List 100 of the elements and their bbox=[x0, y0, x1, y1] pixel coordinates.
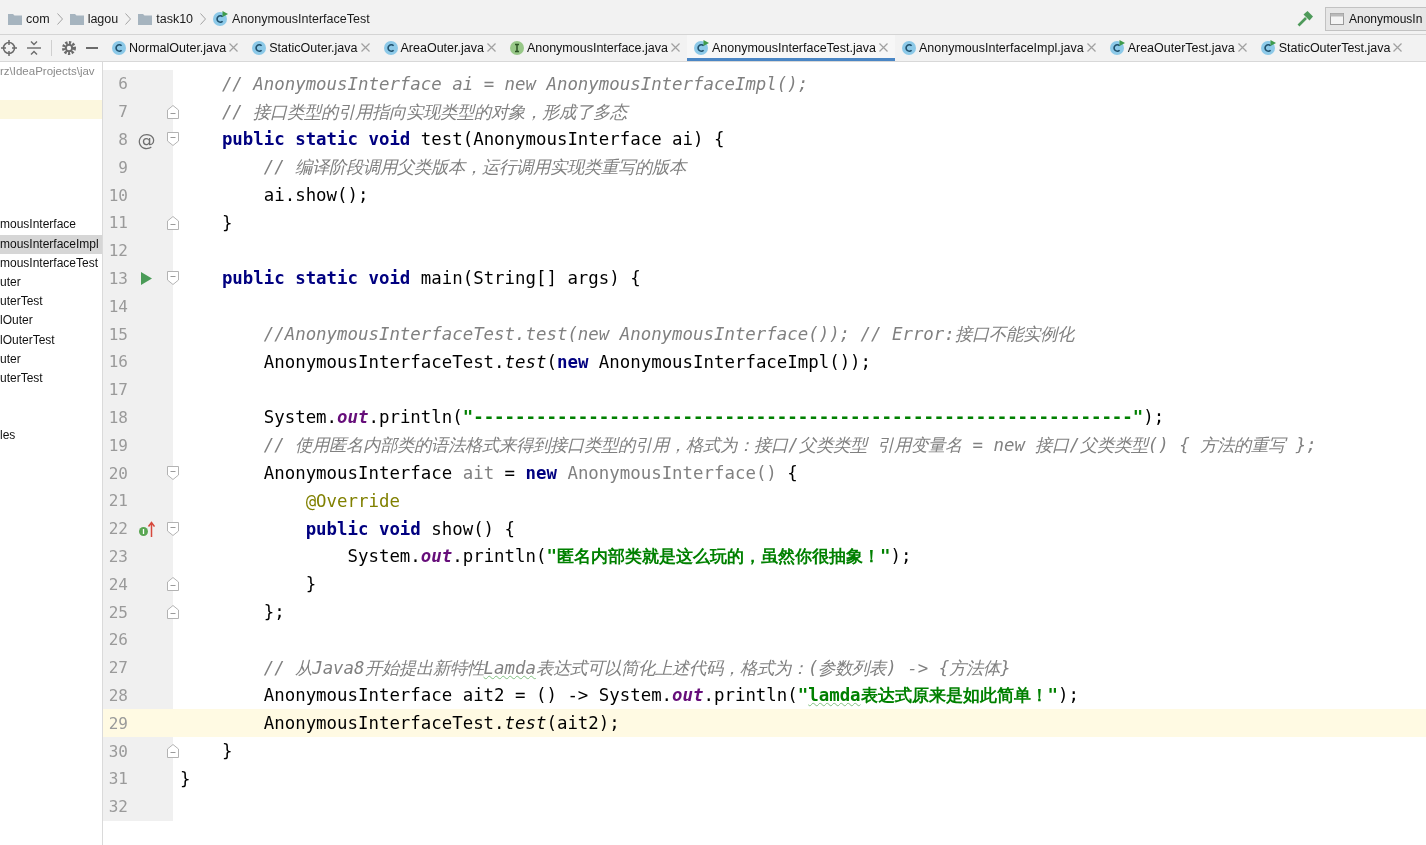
chevron-icon bbox=[200, 12, 207, 25]
chevron-icon bbox=[125, 12, 132, 25]
fold-marker-icon[interactable] bbox=[167, 271, 179, 286]
editor-tab[interactable]: AreaOuterTest.java bbox=[1102, 35, 1254, 61]
code-line: // 接口类型的引用指向实现类型的对象，形成了多态 bbox=[221, 100, 628, 124]
editor-tab[interactable]: AnonymousInterface.java bbox=[502, 35, 687, 61]
close-icon[interactable] bbox=[1086, 43, 1096, 52]
editor-tab[interactable]: StaticOuterTest.java bbox=[1253, 35, 1410, 61]
line-number: 29 bbox=[107, 713, 129, 733]
line-number: 15 bbox=[107, 324, 129, 344]
code-line: @Override bbox=[305, 490, 400, 511]
tree-item[interactable]: uterTest bbox=[0, 368, 102, 389]
folder-icon bbox=[8, 12, 22, 25]
code-line: System.out.println("匿名内部类就是这么玩的，虽然你很抽象！"); bbox=[347, 545, 912, 569]
code-line: // 从Java8开始提出新特性Lamda表达式可以简化上述代码，格式为：(参数列表) -> {方法体} bbox=[263, 656, 1011, 680]
line-number: 11 bbox=[107, 213, 129, 233]
line-number: 13 bbox=[107, 268, 129, 288]
fold-marker-icon[interactable] bbox=[167, 605, 179, 620]
close-icon[interactable] bbox=[229, 43, 239, 52]
code-line: // AnonymousInterface ai = new AnonymousInterfaceImpl(); bbox=[221, 73, 809, 94]
code-line: System.out.println("---------------------------------------------------------------"); bbox=[263, 407, 1165, 428]
code-line: AnonymousInterface ait2 = () -> System.out.println("lamda表达式原来是如此简单！"); bbox=[263, 684, 1080, 708]
tree-item[interactable]: mousInterfaceImpl bbox=[0, 234, 102, 254]
editor-tab[interactable]: AreaOuter.java bbox=[376, 35, 503, 61]
code-line: // 编译阶段调用父类版本，运行调用实现类重写的版本 bbox=[263, 156, 687, 180]
class-icon bbox=[901, 40, 916, 55]
breadcrumb-item[interactable]: task10 bbox=[136, 11, 196, 26]
fold-marker-icon[interactable] bbox=[167, 104, 179, 119]
close-icon[interactable] bbox=[360, 43, 370, 52]
collapse-all-icon[interactable] bbox=[27, 41, 41, 55]
editor-tab[interactable]: NormalOuter.java bbox=[105, 35, 246, 61]
tree-item[interactable]: uter bbox=[0, 272, 102, 293]
line-number: 25 bbox=[107, 602, 129, 622]
fold-marker-icon[interactable] bbox=[167, 466, 179, 481]
settings-icon[interactable] bbox=[62, 41, 76, 55]
fold-marker-icon[interactable] bbox=[167, 744, 179, 758]
fold-marker-icon[interactable] bbox=[167, 132, 179, 147]
runnable-class-icon bbox=[213, 11, 229, 26]
line-number: 26 bbox=[107, 630, 129, 650]
tree-item[interactable]: mousInterfaceTest bbox=[0, 253, 102, 273]
class-icon bbox=[112, 40, 126, 55]
fold-marker-icon[interactable] bbox=[167, 577, 179, 592]
fold-marker-icon[interactable] bbox=[167, 521, 179, 536]
tree-item[interactable]: uterTest bbox=[0, 292, 102, 312]
line-number: 20 bbox=[107, 463, 129, 483]
tree-item[interactable]: lOuterTest bbox=[0, 330, 102, 350]
line-number: 28 bbox=[107, 685, 129, 705]
line-number: 32 bbox=[107, 797, 129, 817]
folder-icon bbox=[69, 12, 84, 25]
tree-item[interactable]: mousInterface bbox=[0, 215, 102, 235]
line-number: 24 bbox=[107, 574, 129, 594]
line-number: 6 bbox=[117, 74, 129, 94]
folder-icon bbox=[138, 12, 153, 25]
code-line: AnonymousInterfaceTest.test(ait2); bbox=[263, 713, 620, 734]
line-number: 19 bbox=[107, 435, 129, 455]
line-number: 27 bbox=[107, 658, 129, 678]
fold-marker-icon[interactable] bbox=[167, 215, 179, 230]
code-line: } bbox=[221, 212, 233, 233]
line-number: 12 bbox=[107, 241, 129, 261]
line-number: 21 bbox=[107, 491, 129, 511]
breadcrumb-item[interactable]: lagou bbox=[67, 11, 121, 26]
code-line: } bbox=[221, 741, 233, 761]
close-icon[interactable] bbox=[1237, 43, 1247, 52]
line-number: 18 bbox=[107, 407, 129, 427]
code-line: } bbox=[180, 768, 191, 789]
code-line: ai.show(); bbox=[263, 185, 369, 206]
line-number: 23 bbox=[107, 546, 129, 566]
line-number: 10 bbox=[107, 185, 129, 205]
implemented-arrow-icon[interactable] bbox=[138, 520, 155, 537]
close-icon[interactable] bbox=[878, 43, 888, 52]
breadcrumb-item[interactable]: com bbox=[6, 11, 52, 26]
tree-item[interactable]: les bbox=[0, 426, 102, 446]
runnable-class-icon bbox=[1109, 40, 1125, 55]
run-config-dropdown[interactable]: AnonymousIn bbox=[1325, 6, 1426, 31]
line-number: 30 bbox=[107, 741, 129, 761]
code-line: AnonymousInterfaceTest.test(new AnonymousInterfaceImpl()); bbox=[263, 351, 872, 372]
window-icon bbox=[1330, 12, 1344, 25]
editor-tab[interactable]: AnonymousInterfaceImpl.java bbox=[894, 35, 1103, 61]
tree-item[interactable]: lOuter bbox=[0, 311, 102, 331]
code-line: // 使用匿名内部类的语法格式来得到接口类型的引用，格式为：接口/父类类型 引用变量名 = new 接口/父类类型() { 方法的重写 }; bbox=[263, 434, 1317, 458]
line-number: 17 bbox=[107, 380, 129, 400]
hammer-icon[interactable] bbox=[1297, 10, 1313, 27]
close-icon[interactable] bbox=[670, 43, 680, 52]
class-icon bbox=[252, 40, 267, 55]
tree-item[interactable]: uter bbox=[0, 349, 102, 369]
close-icon[interactable] bbox=[1393, 43, 1403, 52]
crosshair-icon[interactable] bbox=[1, 40, 17, 56]
gutter-symbol: @ bbox=[137, 129, 156, 150]
code-line: }; bbox=[263, 602, 285, 623]
code-line: } bbox=[305, 574, 317, 595]
run-icon[interactable] bbox=[141, 271, 152, 285]
line-number: 7 bbox=[117, 102, 129, 122]
code-line: //AnonymousInterfaceTest.test(new AnonymousInterface()); // Error:接口不能实例化 bbox=[263, 323, 1074, 347]
breadcrumb-item[interactable]: AnonymousInterfaceTest bbox=[211, 11, 372, 26]
editor-tab[interactable]: StaticOuter.java bbox=[245, 35, 377, 61]
editor-tab[interactable]: AnonymousInterfaceTest.java bbox=[686, 35, 895, 61]
code-line: AnonymousInterface ait = new AnonymousInterface() { bbox=[263, 463, 798, 484]
interface-icon bbox=[509, 40, 524, 55]
close-icon[interactable] bbox=[486, 43, 496, 52]
chevron-icon bbox=[56, 12, 63, 25]
